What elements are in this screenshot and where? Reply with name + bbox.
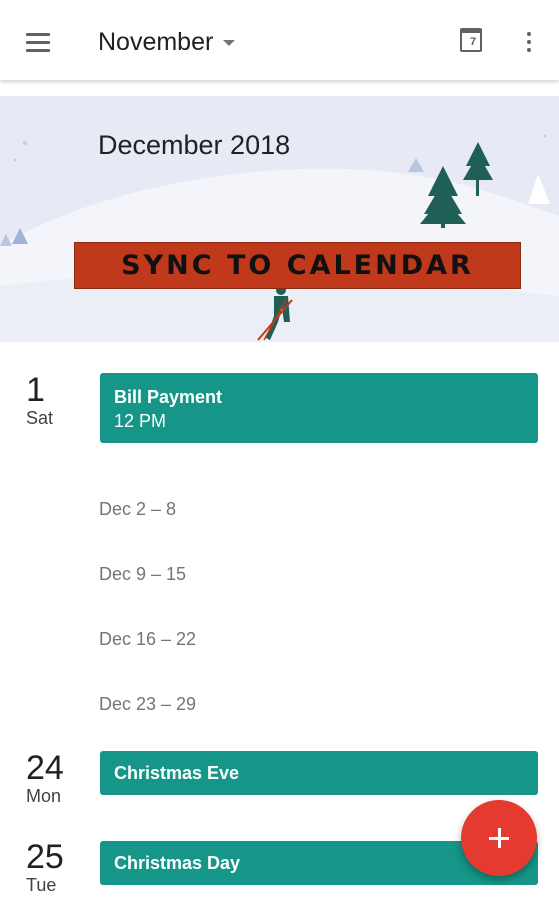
today-button[interactable]: 7 [456,24,490,58]
day-name: Tue [26,875,57,895]
menu-icon[interactable] [20,24,56,60]
day-name: Mon [26,786,62,806]
week-range[interactable]: Dec 16 – 22 [99,629,196,650]
month-label: November [98,27,214,56]
event-title: Christmas Eve [114,762,240,783]
arrow-drop-down-icon [223,40,236,46]
event-card-bill-payment[interactable]: Bill Payment 12 PM [100,373,538,443]
today-date: 7 [469,36,477,48]
week-range[interactable]: Dec 2 – 8 [99,499,176,520]
day-number: 24 [26,749,64,787]
week-range[interactable]: Dec 23 – 29 [99,694,196,715]
event-time: 12 PM [114,411,167,431]
day-number: 25 [26,838,64,876]
event-title: Christmas Day [114,852,241,873]
sync-to-calendar-button[interactable]: SYNC TO CALENDAR [74,242,521,289]
add-icon-stroke [498,828,501,848]
day-name: Sat [26,408,54,428]
sync-to-calendar-label: SYNC TO CALENDAR [121,250,474,281]
add-event-button[interactable] [461,800,537,876]
month-selector[interactable]: November [98,26,236,58]
month-banner: December 2018 SYNC TO CALENDAR [0,96,559,342]
banner-title: December 2018 [98,130,291,160]
event-title: Bill Payment [114,387,223,407]
week-range[interactable]: Dec 9 – 15 [99,564,186,585]
event-card-christmas-eve[interactable]: Christmas Eve [100,751,538,795]
more-vert-icon[interactable] [516,26,542,58]
app-bar: November 7 [0,0,559,80]
day-number: 1 [26,371,45,409]
